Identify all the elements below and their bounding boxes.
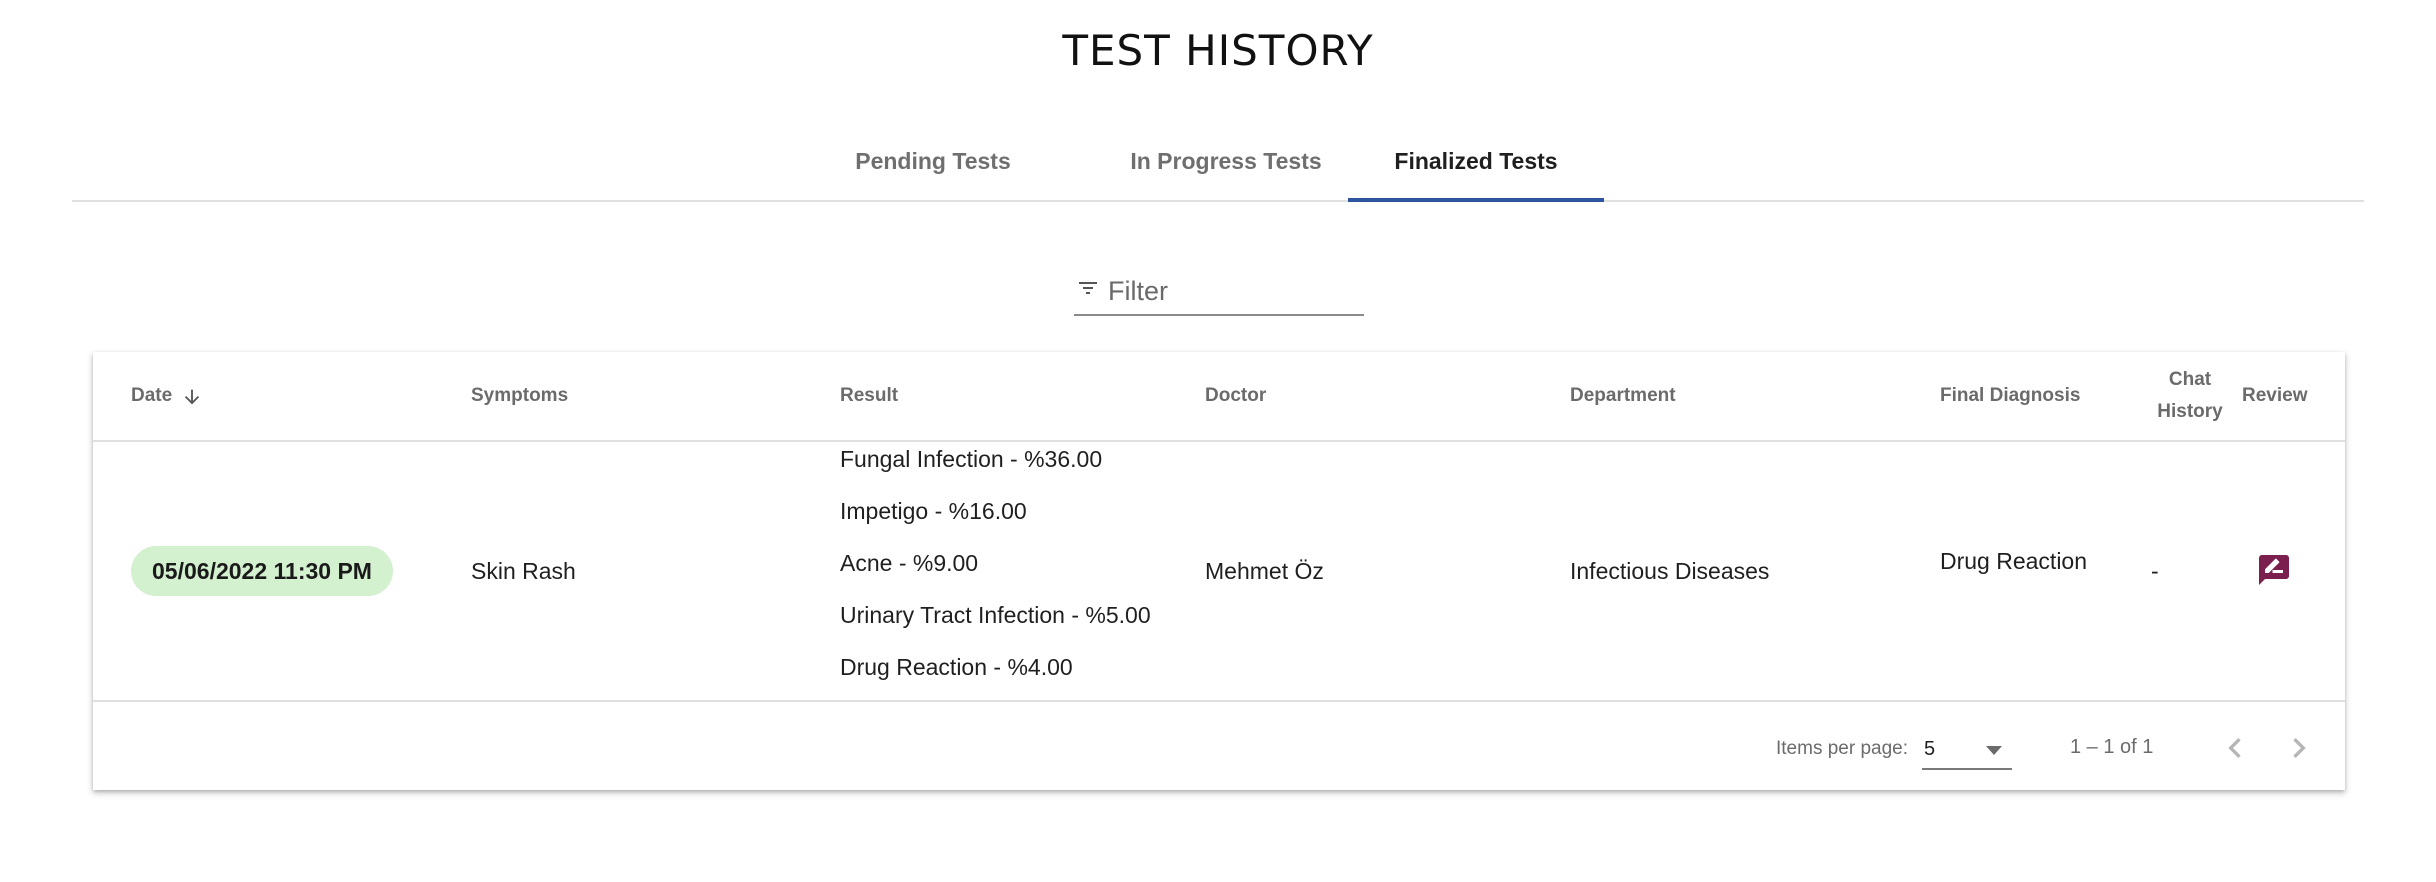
- date-chip: 05/06/2022 11:30 PM: [131, 546, 393, 596]
- chevron-left-icon[interactable]: [2215, 728, 2255, 768]
- rate-review-icon[interactable]: [2256, 552, 2292, 588]
- table-header-row: Date Symptoms Result Doctor Department F…: [93, 352, 2345, 442]
- tab-bar: Pending Tests In Progress Tests Finalize…: [72, 118, 2364, 202]
- chevron-down-icon: [1986, 746, 2002, 755]
- chat-history-cell: -: [2151, 558, 2159, 584]
- result-item: Acne - %9.00: [840, 550, 979, 576]
- result-item: Drug Reaction - %4.00: [840, 654, 1073, 680]
- column-header-chat-history-line1: Chat: [2168, 369, 2212, 390]
- symptoms-cell: Skin Rash: [471, 558, 576, 584]
- tab-pending-tests[interactable]: Pending Tests: [846, 118, 1020, 200]
- column-header-doctor[interactable]: Doctor: [1205, 380, 1266, 412]
- chevron-right-icon[interactable]: [2279, 728, 2319, 768]
- department-cell: Infectious Diseases: [1570, 558, 1770, 584]
- result-item: Impetigo - %16.00: [840, 498, 1027, 524]
- final-diagnosis-cell: Drug Reaction: [1940, 548, 2088, 574]
- result-item: Urinary Tract Infection - %5.00: [840, 602, 1151, 628]
- filter-icon: [1079, 282, 1097, 294]
- items-per-page-label: Items per page:: [1776, 738, 1909, 759]
- column-header-review[interactable]: Review: [2242, 380, 2307, 412]
- test-history-table: Date Symptoms Result Doctor Department F…: [93, 352, 2345, 790]
- tab-finalized-tests[interactable]: Finalized Tests: [1348, 118, 1604, 202]
- column-header-result[interactable]: Result: [840, 380, 898, 412]
- page-range-label: 1 – 1 of 1: [2070, 736, 2154, 758]
- column-header-final-diagnosis[interactable]: Final Diagnosis: [1940, 380, 2080, 412]
- result-item: Fungal Infection - %36.00: [840, 446, 1103, 472]
- column-header-chat-history-line2: History: [2157, 401, 2223, 422]
- arrow-down-icon[interactable]: [181, 386, 203, 408]
- column-header-symptoms[interactable]: Symptoms: [471, 380, 568, 412]
- items-per-page-value: 5: [1924, 738, 1936, 760]
- table-row: 05/06/2022 11:30 PM Skin Rash Fungal Inf…: [93, 442, 2345, 702]
- doctor-cell: Mehmet Öz: [1205, 558, 1324, 584]
- items-per-page-select[interactable]: 5: [1922, 732, 2012, 770]
- column-header-department[interactable]: Department: [1570, 380, 1676, 412]
- column-header-chat-history[interactable]: Chat History: [2147, 364, 2233, 428]
- page-title: TEST HISTORY: [1062, 26, 1374, 75]
- filter-field[interactable]: [1074, 268, 1364, 316]
- filter-input[interactable]: [1106, 268, 1360, 314]
- column-header-date[interactable]: Date: [131, 380, 172, 412]
- paginator: Items per page: 5 1 – 1 of 1: [93, 702, 2345, 790]
- tab-in-progress-tests[interactable]: In Progress Tests: [1118, 118, 1334, 200]
